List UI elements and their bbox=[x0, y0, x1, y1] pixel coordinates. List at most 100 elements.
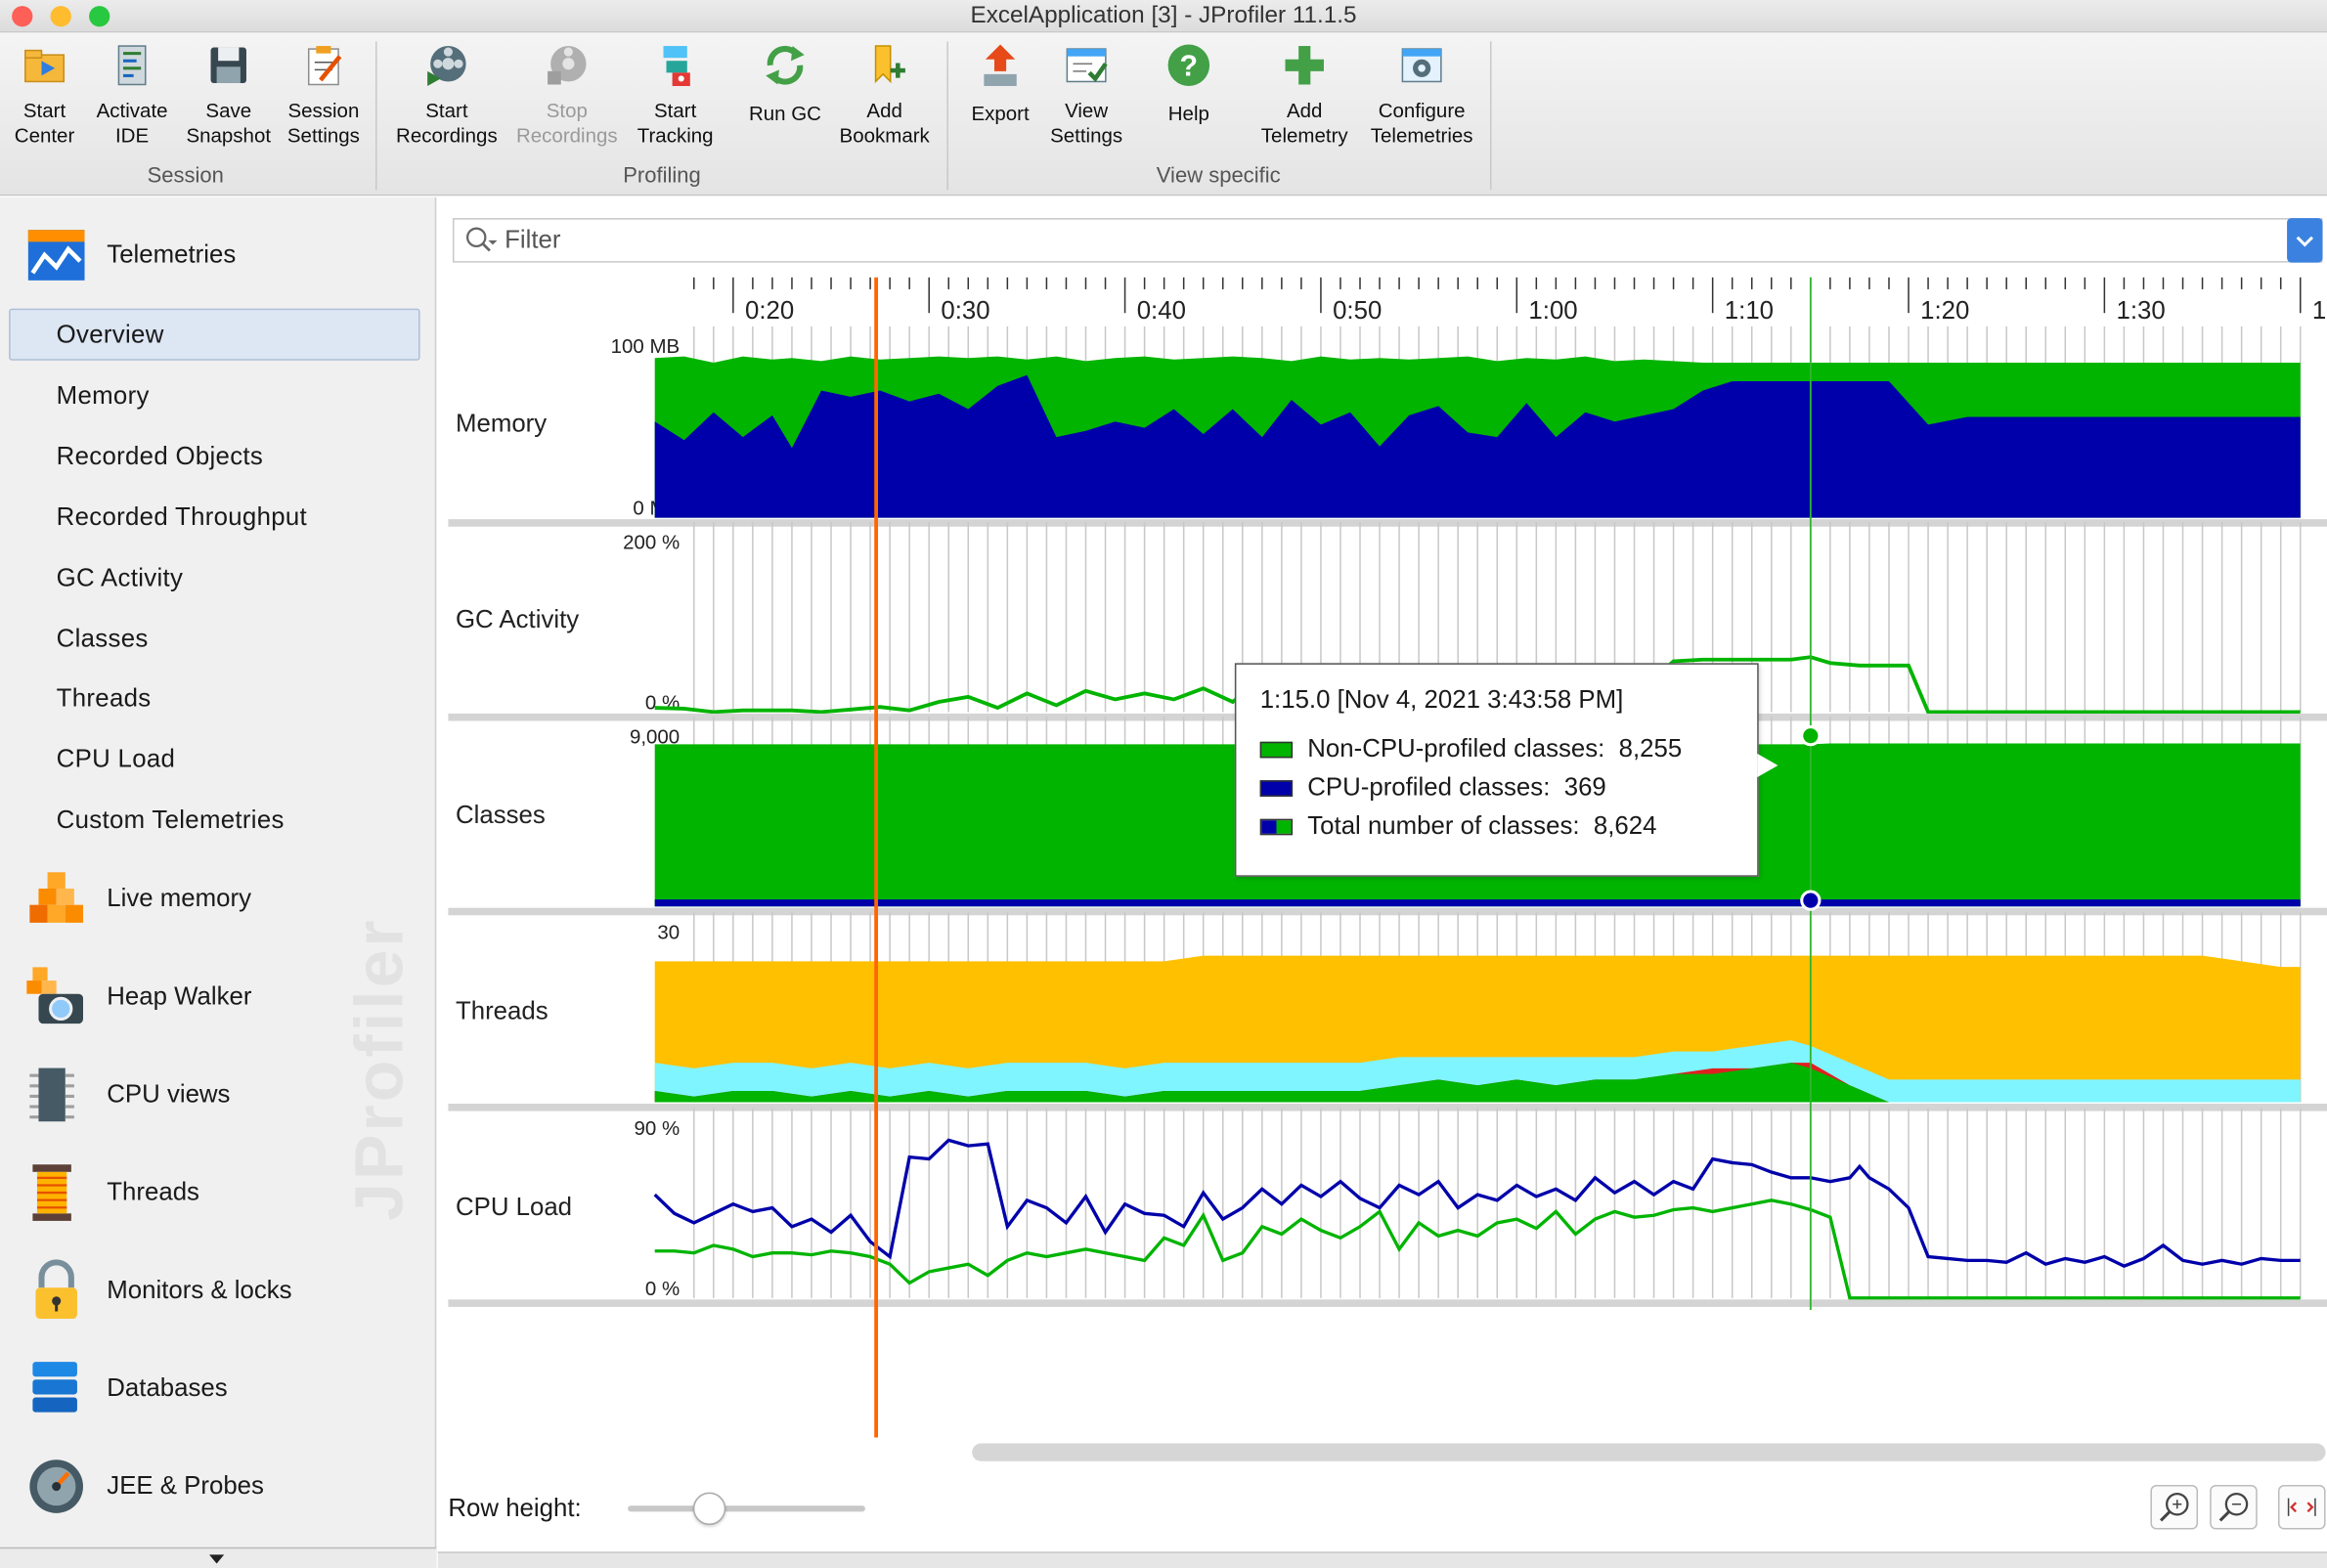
save-snapshot-icon bbox=[210, 47, 246, 83]
start-recordings-icon bbox=[427, 46, 466, 87]
sidebar-item-classes[interactable]: Classes bbox=[57, 625, 149, 654]
start-center-button[interactable]: Start Center bbox=[3, 41, 86, 148]
legend-swatch-non-cpu bbox=[1259, 740, 1294, 758]
group-label-session: Session bbox=[147, 164, 224, 189]
save-snapshot-button[interactable]: Save Snapshot bbox=[181, 41, 276, 148]
toolbar: Start Center Activate IDE Save Snapshot Ses… bbox=[0, 32, 2327, 196]
sidebar-item-threads[interactable]: Threads bbox=[57, 684, 152, 714]
start-recordings-button[interactable]: Start Recordings bbox=[389, 41, 505, 148]
sidebar-item-recorded-throughput[interactable]: Recorded Throughput bbox=[57, 502, 307, 532]
zoom-in-icon bbox=[2159, 1492, 2189, 1522]
view-settings-button[interactable]: View Settings bbox=[1045, 41, 1128, 148]
stop-recordings-button[interactable]: Stop Recordings bbox=[510, 41, 623, 148]
activate-ide-button[interactable]: Activate IDE bbox=[89, 41, 175, 148]
chevron-down-icon bbox=[209, 1554, 225, 1564]
sidebar-item-custom-telemetries[interactable]: Custom Telemetries bbox=[57, 806, 285, 835]
toolbar-divider bbox=[946, 41, 948, 191]
database-icon bbox=[32, 1362, 77, 1413]
row-height-slider-knob[interactable] bbox=[692, 1492, 726, 1525]
stop-recordings-icon bbox=[548, 46, 587, 85]
zoom-out-icon bbox=[2218, 1492, 2249, 1522]
export-icon bbox=[984, 44, 1017, 87]
sidebar-section-heap-walker[interactable]: Heap Walker bbox=[23, 964, 251, 1029]
sidebar-section-jee-probes[interactable]: JEE & Probes bbox=[23, 1454, 264, 1519]
help-icon: ? bbox=[1167, 44, 1210, 87]
time-axis-label: 0:30 bbox=[941, 297, 989, 325]
tooltip-row: Total number of classes: 8,624 bbox=[1259, 807, 1734, 846]
configure-telemetries-button[interactable]: Configure Telemetries bbox=[1362, 41, 1480, 148]
panel-separator bbox=[448, 1299, 2327, 1307]
horizontal-scrollbar[interactable] bbox=[972, 1443, 2326, 1461]
legend-swatch-cpu bbox=[1259, 779, 1294, 797]
panel-label-gc-activity: GC Activity bbox=[456, 606, 579, 633]
add-bookmark-button[interactable]: Add Bookmark bbox=[834, 41, 935, 148]
sidebar-item-memory[interactable]: Memory bbox=[57, 381, 150, 411]
sidebar-item-gc-activity[interactable]: GC Activity bbox=[57, 564, 184, 593]
svg-text:?: ? bbox=[1180, 50, 1199, 82]
time-axis-label: 0:20 bbox=[745, 297, 794, 325]
add-telemetry-button[interactable]: Add Telemetry bbox=[1250, 41, 1359, 148]
sidebar: Telemetries Overview Memory Recorded Obj… bbox=[0, 196, 437, 1568]
sidebar-section-monitors-locks[interactable]: Monitors & locks bbox=[23, 1258, 292, 1324]
time-axis-label: 1:00 bbox=[1528, 297, 1577, 325]
window-title: ExcelApplication [3] - JProfiler 11.1.5 bbox=[970, 3, 1357, 28]
sidebar-scroll-down[interactable] bbox=[0, 1546, 437, 1568]
jprofiler-watermark: JProfiler bbox=[339, 917, 417, 1221]
add-bookmark-icon bbox=[874, 45, 905, 84]
tooltip-row: CPU-profiled classes: 369 bbox=[1259, 768, 1734, 806]
sidebar-section-telemetries[interactable]: Telemetries bbox=[23, 223, 236, 288]
session-settings-button[interactable]: Session Settings bbox=[279, 41, 368, 148]
activate-ide-icon bbox=[117, 45, 147, 86]
row-height-slider-track[interactable] bbox=[628, 1505, 865, 1512]
time-axis-label: 1:30 bbox=[2117, 297, 2166, 325]
lock-icon bbox=[35, 1259, 77, 1320]
help-button[interactable]: ? Help bbox=[1155, 41, 1223, 125]
threads-icon bbox=[32, 1164, 71, 1221]
zoom-in-button[interactable] bbox=[2150, 1485, 2199, 1530]
toolbar-divider bbox=[1489, 41, 1492, 191]
sidebar-section-threads[interactable]: Threads bbox=[23, 1160, 199, 1226]
start-center-icon bbox=[24, 49, 66, 83]
run-gc-button[interactable]: Run GC bbox=[742, 41, 828, 125]
legend-swatch-total bbox=[1259, 817, 1294, 835]
panel-label-memory: Memory bbox=[456, 411, 547, 438]
group-label-view-specific: View specific bbox=[1156, 164, 1281, 189]
title-bar: ExcelApplication [3] - JProfiler 11.1.5 bbox=[0, 0, 2327, 33]
cursor-marker-total bbox=[1800, 725, 1822, 747]
configure-telemetries-icon bbox=[1401, 48, 1442, 83]
sidebar-item-cpu-load[interactable]: CPU Load bbox=[57, 745, 176, 774]
session-settings-icon bbox=[307, 46, 342, 86]
panel-y-max-label: 30 bbox=[657, 922, 680, 944]
row-height-label: Row height: bbox=[448, 1494, 582, 1522]
export-button[interactable]: Export bbox=[962, 41, 1039, 125]
fit-width-button[interactable] bbox=[2277, 1485, 2326, 1530]
sidebar-section-cpu-views[interactable]: CPU views bbox=[23, 1063, 230, 1128]
panel-y-min-label: 0 % bbox=[645, 691, 680, 714]
telemetries-icon bbox=[27, 230, 85, 281]
cpu-views-icon bbox=[29, 1067, 74, 1122]
main-panel: Filter 0:20 0:30 0:40 0:50 1:00 1:10 1:20 1:30 1… bbox=[437, 196, 2327, 1568]
time-axis-label: 0:40 bbox=[1137, 297, 1186, 325]
start-tracking-button[interactable]: Start Tracking bbox=[630, 41, 722, 148]
time-axis-label: 1:20 bbox=[1920, 297, 1969, 325]
group-label-profiling: Profiling bbox=[623, 164, 701, 189]
view-settings-icon bbox=[1066, 48, 1108, 83]
zoom-out-button[interactable] bbox=[2210, 1485, 2258, 1530]
add-telemetry-icon bbox=[1285, 46, 1324, 85]
panel-label-cpu-load: CPU Load bbox=[456, 1194, 572, 1221]
classes-tooltip: 1:15.0 [Nov 4, 2021 3:43:58 PM] Non-CPU-… bbox=[1234, 663, 1778, 877]
status-bar bbox=[437, 1551, 2327, 1568]
classes-cpu-area bbox=[654, 899, 2301, 907]
cursor-marker-cpu bbox=[1800, 890, 1822, 911]
sidebar-section-databases[interactable]: Databases bbox=[23, 1356, 228, 1421]
panel-y-max-label: 90 % bbox=[635, 1117, 681, 1140]
heap-walker-icon bbox=[26, 967, 84, 1024]
start-tracking-icon bbox=[663, 46, 690, 87]
sidebar-section-live-memory[interactable]: Live memory bbox=[23, 866, 251, 932]
panel-label-threads: Threads bbox=[456, 998, 549, 1025]
panel-y-max-label: 100 MB bbox=[611, 335, 681, 358]
sidebar-item-overview[interactable]: Overview bbox=[57, 321, 164, 350]
sidebar-item-recorded-objects[interactable]: Recorded Objects bbox=[57, 442, 263, 471]
time-axis-label: 1:10 bbox=[1725, 297, 1774, 325]
panel-y-min-label: 0 % bbox=[645, 1278, 680, 1300]
